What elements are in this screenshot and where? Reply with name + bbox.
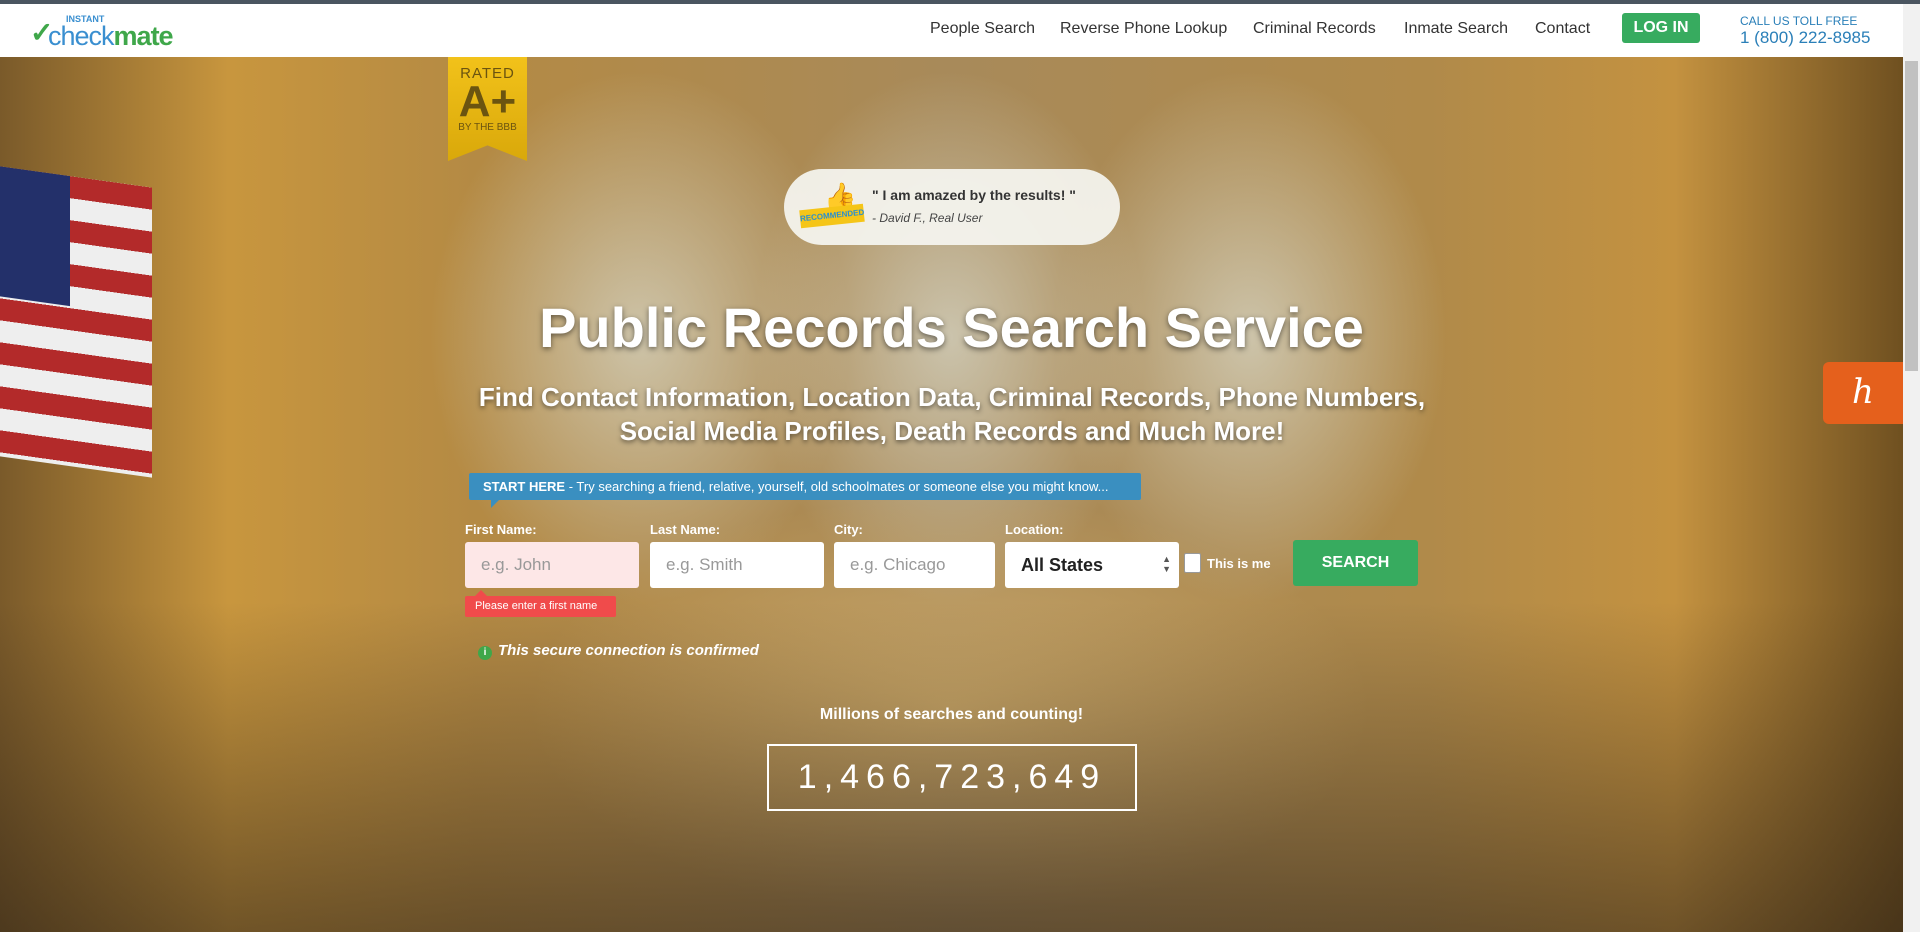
page-title: Public Records Search Service (539, 296, 1364, 359)
testimonial-quote: " I am amazed by the results! " (872, 187, 1076, 203)
nav-contact[interactable]: Contact (1535, 20, 1590, 38)
search-counter: 1,466,723,649 (767, 744, 1137, 811)
login-button[interactable]: LOG IN (1622, 13, 1700, 43)
recommended-badge: 👍 RECOMMENDED (798, 181, 866, 231)
page-subtitle: Find Contact Information, Location Data,… (478, 382, 1426, 446)
city-input[interactable] (834, 542, 995, 588)
search-button[interactable]: SEARCH (1293, 540, 1418, 586)
start-here-tooltip: START HERE - Try searching a friend, rel… (469, 473, 1141, 508)
page-scrollbar[interactable] (1903, 4, 1920, 932)
city-label: City: (834, 522, 863, 537)
start-here-text: - Try searching a friend, relative, your… (565, 479, 1109, 494)
recommended-ribbon: RECOMMENDED (799, 203, 865, 229)
scrollbar-thumb[interactable] (1905, 61, 1918, 371)
this-is-me-checkbox[interactable] (1184, 553, 1201, 573)
first-name-label: First Name: (465, 522, 537, 537)
last-name-label: Last Name: (650, 522, 721, 537)
bbb-rating-badge: RATED A+ BY THE BBB (448, 57, 527, 161)
testimonial-author: - David F., Real User (872, 211, 983, 225)
secure-text: This secure connection is confirmed (498, 642, 759, 659)
start-here-bold: START HERE (483, 479, 566, 494)
logo-mate: mate (113, 21, 174, 51)
honey-h-icon: h (1852, 372, 1874, 412)
select-arrows-icon: ▲ ▼ (1162, 554, 1171, 574)
last-name-input[interactable] (650, 542, 824, 588)
site-header: ✓ INSTANT checkmate People Search Revers… (0, 4, 1903, 57)
nav-people-search[interactable]: People Search (930, 20, 1035, 38)
secure-connection-note: i This secure connection is confirmed (478, 642, 759, 660)
location-select[interactable]: All States ▲ ▼ (1005, 542, 1179, 588)
nav-inmate-search[interactable]: Inmate Search (1404, 20, 1508, 38)
logo-check: check (48, 21, 115, 51)
badge-grade: A+ (458, 77, 517, 126)
honey-extension-button[interactable]: h (1823, 362, 1903, 424)
location-value: All States (1021, 555, 1104, 575)
first-name-error: Please enter a first name (465, 590, 616, 617)
badge-by: BY THE BBB (458, 122, 517, 133)
phone-link[interactable]: 1 (800) 222-8985 (1740, 28, 1870, 48)
testimonial-bubble: 👍 RECOMMENDED " I am amazed by the resul… (784, 169, 1120, 245)
this-is-me-label[interactable]: This is me (1207, 556, 1271, 571)
nav-criminal-records[interactable]: Criminal Records (1253, 20, 1376, 38)
location-label: Location: (1005, 522, 1064, 537)
call-label: CALL US TOLL FREE (1740, 14, 1858, 28)
checkmate-logo[interactable]: ✓ INSTANT checkmate (30, 14, 200, 51)
info-icon: i (478, 646, 492, 660)
first-name-input[interactable] (465, 542, 639, 588)
searches-label: Millions of searches and counting! (819, 706, 1084, 723)
nav-reverse-phone-lookup[interactable]: Reverse Phone Lookup (1060, 20, 1227, 38)
